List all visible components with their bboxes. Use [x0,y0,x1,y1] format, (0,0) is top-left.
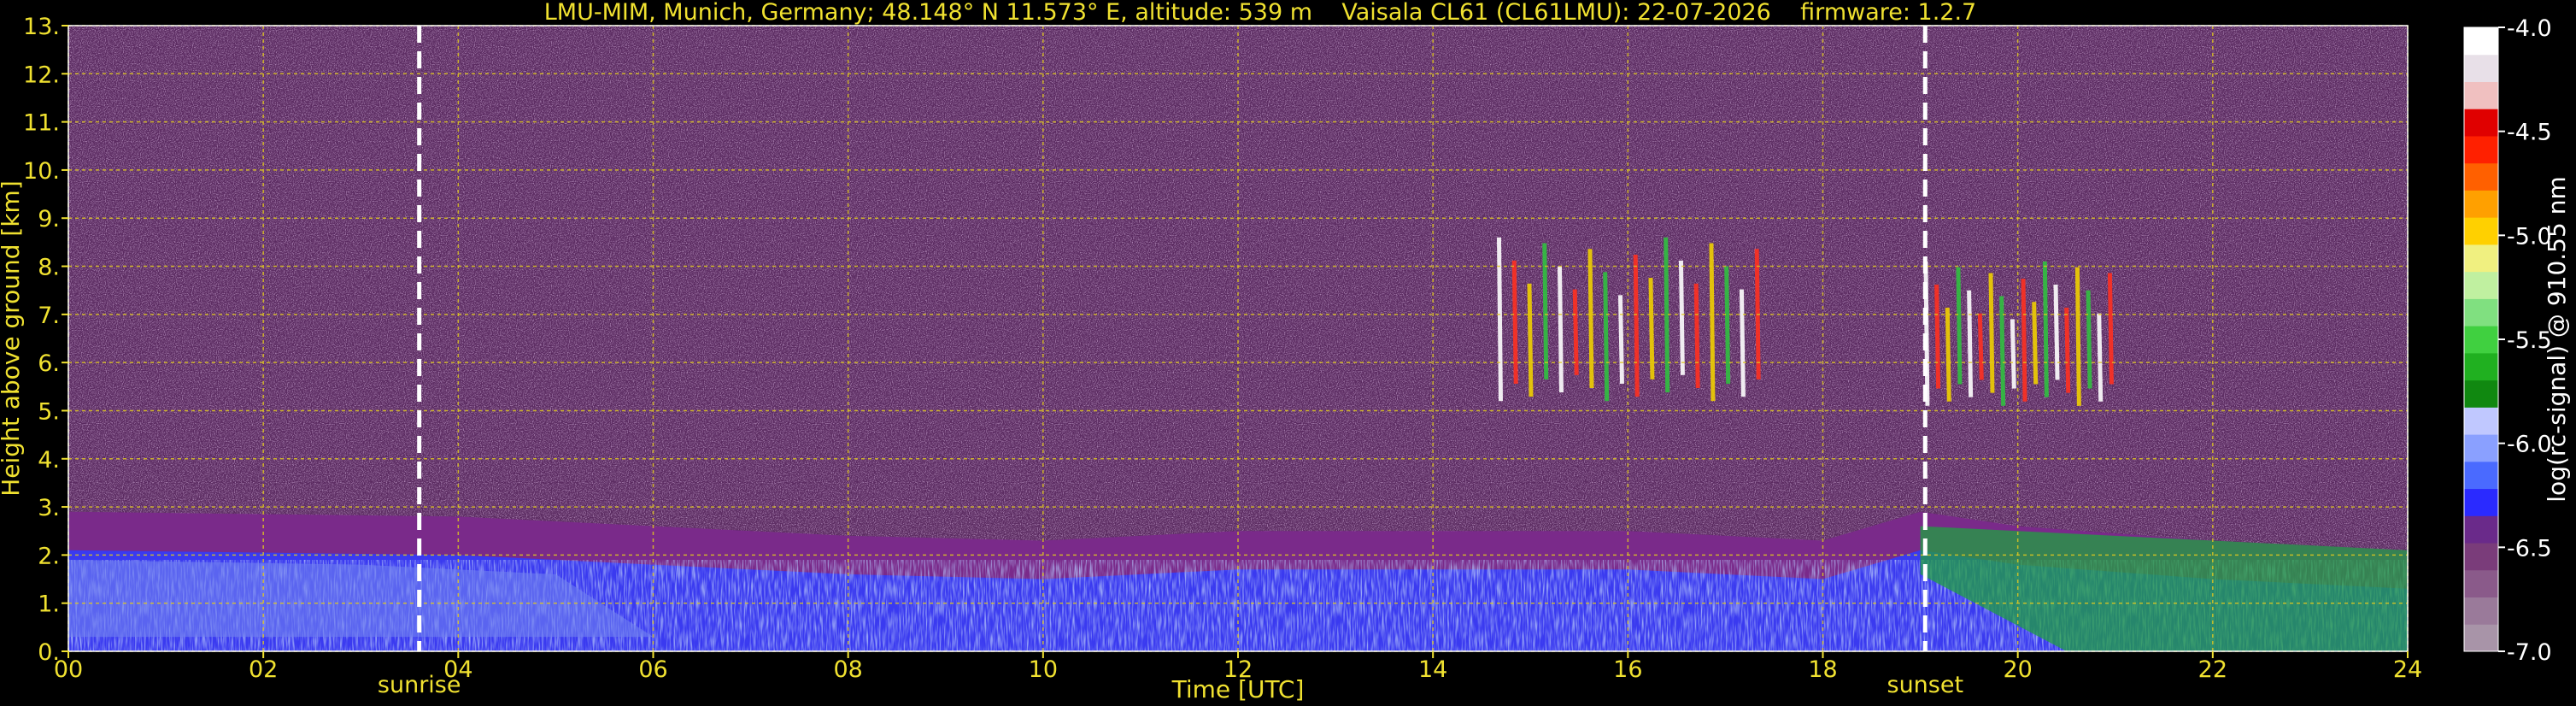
colorbar-segment [2464,271,2498,299]
y-axis-label: Height above ground [km] [0,180,25,497]
colorbar-segment [2464,135,2498,164]
sunset-label: sunset [1887,672,1964,698]
cirrus-streak [2107,273,2114,385]
cirrus-streak [1587,249,1594,389]
cirrus-streak [1648,278,1655,379]
y-tick-label: 7. [38,303,60,329]
colorbar-segment [2464,569,2498,598]
x-tick-label: 18 [1808,656,1837,683]
colorbar-segment [2464,81,2498,109]
x-tick-label: 16 [1613,656,1642,683]
cirrus-streak [1739,289,1746,397]
y-tick-label: 13. [23,14,60,40]
cirrus-streak [1542,243,1549,379]
cirrus-streak [2032,302,2039,385]
cirrus-streak [2074,267,2081,406]
colorbar: -4.0-4.5-5.0-5.5-6.0-6.5-7.0 [2463,15,2552,666]
colorbar-segment [2464,379,2498,408]
cirrus-streak [1956,267,1963,385]
cirrus-streak [1633,254,1640,397]
colorbar-segment [2464,624,2498,652]
cirrus-streak [1511,260,1518,384]
colorbar-segment [2464,326,2498,354]
y-tick-label: 6. [38,350,60,377]
colorbar-tick-label: -6.5 [2507,535,2552,562]
cirrus-streak [2064,307,2071,393]
cirrus-streak [2010,319,2016,389]
colorbar-segment [2464,217,2498,245]
colorbar-segment [2464,244,2498,273]
y-tick-label: 8. [38,255,60,281]
y-tick-label: 2. [38,543,60,569]
colorbar-segment [2464,298,2498,327]
cirrus-streak [1496,237,1503,402]
cirrus-streak [1724,266,1731,384]
x-tick-label: 20 [2003,656,2032,683]
cirrus-streak [1678,260,1685,375]
colorbar-segment [2464,162,2498,191]
colorbar-segment [2464,352,2498,381]
colorbar-segment [2464,461,2498,490]
y-tick-label: 1. [38,591,60,618]
colorbar-segment [2464,190,2498,218]
colorbar-segment [2464,434,2498,462]
x-tick-label: 14 [1418,656,1447,683]
y-axis-ticks: 0.1.2.3.4.5.6.7.8.9.10.11.12.13. [23,14,68,666]
colorbar-segment [2464,109,2498,137]
cirrus-streak [2097,313,2104,402]
cirrus-streak [1988,273,1995,393]
colorbar-segment [2464,543,2498,571]
y-tick-label: 10. [23,158,60,185]
cirrus-streak [1664,237,1670,393]
x-tick-label: 24 [2393,656,2422,683]
cirrus-streak [1603,272,1610,402]
colorbar-tick-label: -7.0 [2507,639,2552,666]
y-tick-label: 4. [38,447,60,474]
colorbar-segment [2464,597,2498,625]
x-tick-label: 04 [443,656,472,683]
colorbar-segment [2464,407,2498,435]
cirrus-streak [2086,290,2092,389]
colorbar-segment [2464,488,2498,516]
x-tick-label: 10 [1029,656,1058,683]
x-tick-label: 02 [249,656,278,683]
colorbar-tick-label: -4.0 [2507,15,2552,42]
cirrus-streak [2021,279,2027,402]
cirrus-streak [1934,284,1941,389]
x-tick-label: 22 [2198,656,2227,683]
y-tick-label: 3. [38,495,60,521]
colorbar-segment [2464,54,2498,82]
colorbar-segment [2464,515,2498,544]
cirrus-streak [2042,261,2049,397]
cirrus-streak [1999,296,2006,406]
x-tick-label: 08 [833,656,862,683]
cirrus-streak [1945,307,1951,402]
colorbar-segment [2464,27,2498,56]
x-tick-label: 06 [638,656,667,683]
cirrus-streak [2053,284,2060,380]
cirrus-streak [1977,313,1984,380]
y-tick-label: 5. [38,398,60,425]
cirrus-streak [1617,295,1624,384]
cirrus-streak [1693,283,1700,389]
cirrus-streak [1527,283,1534,397]
x-tick-label: 00 [54,656,83,683]
y-tick-label: 11. [23,110,60,137]
colorbar-label: log(rc-signal) @ 910.55 nm [2543,176,2571,502]
cirrus-streak [1557,266,1564,393]
ceilometer-chart: sunrise sunset 0.1.2.3.4.5.6.7.8.9.10.11.… [0,14,2571,703]
x-axis-label: Time [UTC] [1171,675,1305,703]
colorbar-tick-label: -4.5 [2507,120,2552,146]
y-tick-label: 12. [23,62,60,88]
cirrus-streak [1967,290,1974,397]
y-tick-label: 9. [38,206,60,232]
